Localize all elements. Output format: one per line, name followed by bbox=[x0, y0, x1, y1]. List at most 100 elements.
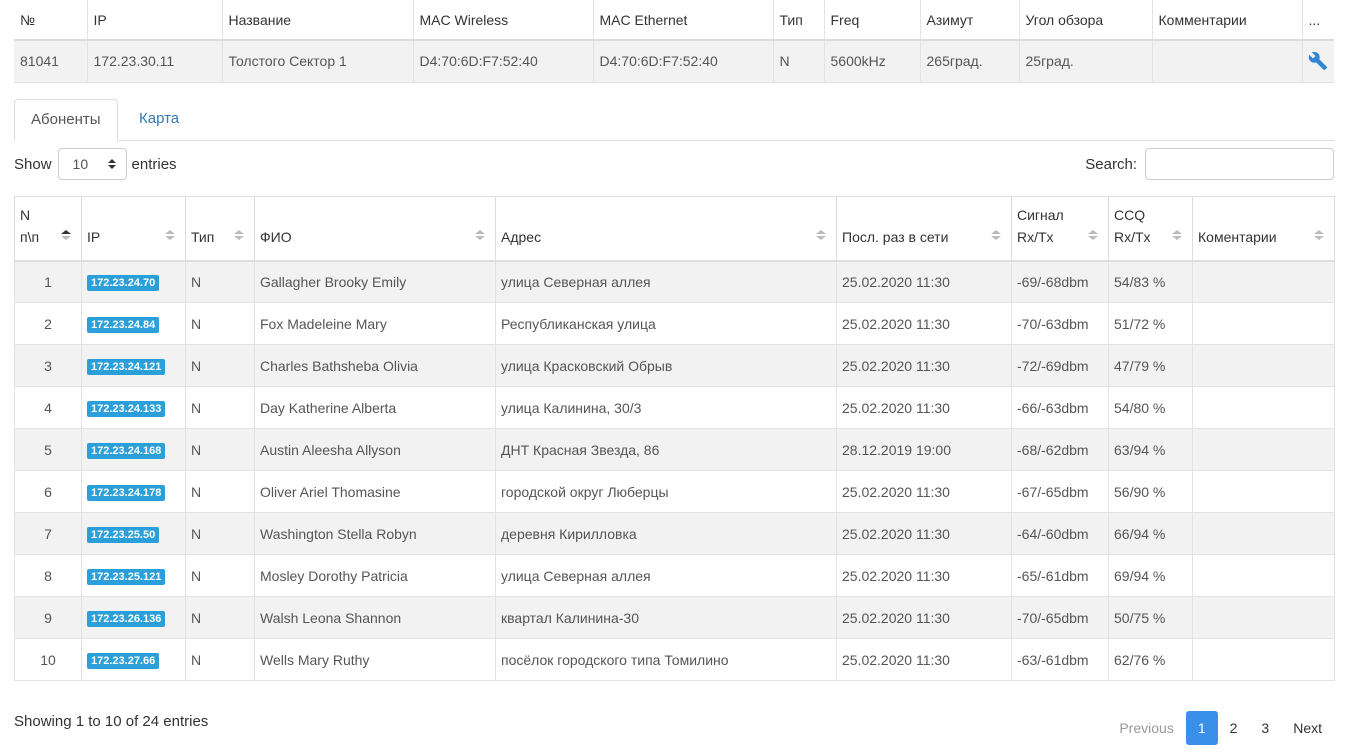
table-row[interactable]: 10 172.23.27.66 N Wells Mary Ruthy посёлок г… bbox=[14, 638, 1335, 681]
cell-type: N bbox=[185, 302, 255, 345]
header-num-line2: п\п bbox=[20, 228, 40, 245]
cell-ip: 172.23.26.136 bbox=[81, 596, 186, 639]
cell-type: N bbox=[185, 344, 255, 387]
column-header-type[interactable]: Тип bbox=[185, 196, 255, 262]
column-header-ip[interactable]: IP bbox=[81, 196, 186, 262]
table-row[interactable]: 9 172.23.26.136 N Walsh Leona Shannon кварта… bbox=[14, 596, 1335, 639]
sector-type: N bbox=[772, 40, 824, 83]
ip-badge[interactable]: 172.23.24.168 bbox=[87, 442, 166, 459]
cell-comment bbox=[1192, 344, 1335, 387]
column-header-last-seen[interactable]: Посл. раз в сети bbox=[836, 196, 1012, 262]
ip-badge[interactable]: 172.23.24.121 bbox=[87, 358, 166, 375]
cell-fio: Charles Bathsheba Olivia bbox=[254, 344, 496, 387]
column-header-signal[interactable]: Сигнал Rx/Tx bbox=[1011, 196, 1109, 262]
tab-subscribers[interactable]: Абоненты bbox=[14, 99, 118, 141]
column-header-ccq[interactable]: CCQ Rx/Tx bbox=[1108, 196, 1193, 262]
sector-mac-ethernet: D4:70:6D:F7:52:40 bbox=[592, 40, 773, 83]
cell-fio: Gallagher Brooky Emily bbox=[254, 260, 496, 303]
sort-icon bbox=[234, 229, 244, 240]
cell-ip: 172.23.24.121 bbox=[81, 344, 186, 387]
table-row[interactable]: 1 172.23.24.70 N Gallagher Brooky Emily улиц… bbox=[14, 260, 1335, 303]
cell-last-seen: 25.02.2020 11:30 bbox=[836, 512, 1012, 555]
entries-length-select[interactable]: 10 bbox=[57, 148, 127, 180]
pagination-page-2[interactable]: 2 bbox=[1218, 711, 1250, 745]
sector-col-name: Название bbox=[221, 0, 413, 41]
cell-address: улица Северная аллея bbox=[495, 260, 837, 303]
table-row[interactable]: 4 172.23.24.133 N Day Katherine Alberta улиц… bbox=[14, 386, 1335, 429]
cell-signal: -70/-65dbm bbox=[1011, 596, 1109, 639]
sector-table: № IP Название MAC Wireless MAC Ethernet … bbox=[14, 0, 1334, 83]
cell-signal: -66/-63dbm bbox=[1011, 386, 1109, 429]
cell-last-seen: 25.02.2020 11:30 bbox=[836, 470, 1012, 513]
cell-num: 10 bbox=[14, 638, 82, 681]
pagination-page-3[interactable]: 3 bbox=[1249, 711, 1281, 745]
cell-fio: Austin Aleesha Allyson bbox=[254, 428, 496, 471]
tab-bar: Абоненты Карта bbox=[14, 99, 1334, 141]
ip-badge[interactable]: 172.23.24.70 bbox=[87, 274, 160, 291]
table-row[interactable]: 8 172.23.25.121 N Mosley Dorothy Patricia ул… bbox=[14, 554, 1335, 597]
cell-ip: 172.23.25.121 bbox=[81, 554, 186, 597]
sector-col-type: Тип bbox=[772, 0, 824, 41]
sector-row: 81041 172.23.30.11 Толстого Сектор 1 D4:… bbox=[14, 40, 1334, 83]
wrench-icon[interactable] bbox=[1308, 52, 1328, 71]
sort-icon bbox=[165, 229, 175, 240]
table-row[interactable]: 3 172.23.24.121 N Charles Bathsheba Olivia у… bbox=[14, 344, 1335, 387]
ip-badge[interactable]: 172.23.27.66 bbox=[87, 652, 160, 669]
sort-icon bbox=[1088, 229, 1098, 240]
cell-signal: -64/-60dbm bbox=[1011, 512, 1109, 555]
cell-fio: Wells Mary Ruthy bbox=[254, 638, 496, 681]
cell-num: 8 bbox=[14, 554, 82, 597]
cell-signal: -69/-68dbm bbox=[1011, 260, 1109, 303]
cell-ip: 172.23.24.70 bbox=[81, 260, 186, 303]
table-info: Showing 1 to 10 of 24 entries bbox=[14, 713, 209, 730]
header-comments: Коментарии bbox=[1198, 228, 1277, 245]
header-fio: ФИО bbox=[260, 228, 292, 245]
pagination: Previous 1 2 3 Next bbox=[1107, 711, 1334, 745]
tab-map[interactable]: Карта bbox=[123, 99, 195, 141]
cell-ccq: 69/94 % bbox=[1108, 554, 1193, 597]
pagination-page-1[interactable]: 1 bbox=[1185, 711, 1218, 745]
cell-signal: -68/-62dbm bbox=[1011, 428, 1109, 471]
sort-icon bbox=[1314, 229, 1324, 240]
ip-badge[interactable]: 172.23.25.50 bbox=[87, 526, 160, 543]
ip-badge[interactable]: 172.23.24.84 bbox=[87, 316, 160, 333]
cell-ccq: 62/76 % bbox=[1108, 638, 1193, 681]
sector-col-angle: Угол обзора bbox=[1018, 0, 1152, 41]
sector-freq: 5600kHz bbox=[823, 40, 920, 83]
pagination-next[interactable]: Next bbox=[1281, 711, 1334, 745]
header-ip: IP bbox=[87, 228, 101, 245]
table-row[interactable]: 5 172.23.24.168 N Austin Aleesha Allyson ДНТ… bbox=[14, 428, 1335, 471]
cell-type: N bbox=[185, 554, 255, 597]
cell-type: N bbox=[185, 386, 255, 429]
column-header-comments[interactable]: Коментарии bbox=[1192, 196, 1335, 262]
pagination-previous[interactable]: Previous bbox=[1107, 711, 1185, 745]
cell-ccq: 54/83 % bbox=[1108, 260, 1193, 303]
cell-last-seen: 25.02.2020 11:30 bbox=[836, 554, 1012, 597]
sort-icon bbox=[1172, 229, 1182, 240]
table-row[interactable]: 7 172.23.25.50 N Washington Stella Robyn дер… bbox=[14, 512, 1335, 555]
cell-fio: Walsh Leona Shannon bbox=[254, 596, 496, 639]
cell-last-seen: 25.02.2020 11:30 bbox=[836, 302, 1012, 345]
column-header-fio[interactable]: ФИО bbox=[254, 196, 496, 262]
ip-badge[interactable]: 172.23.24.178 bbox=[87, 484, 166, 501]
sort-icon bbox=[475, 229, 485, 240]
header-ccq-line2: Rx/Tx bbox=[1114, 228, 1151, 245]
cell-comment bbox=[1192, 470, 1335, 513]
ip-badge[interactable]: 172.23.25.121 bbox=[87, 568, 166, 585]
column-header-address[interactable]: Адрес bbox=[495, 196, 837, 262]
search-control: Search: bbox=[1085, 148, 1334, 180]
cell-comment bbox=[1192, 638, 1335, 681]
ip-badge[interactable]: 172.23.26.136 bbox=[87, 610, 166, 627]
column-header-num[interactable]: N п\п bbox=[14, 196, 82, 262]
cell-address: деревня Кирилловка bbox=[495, 512, 837, 555]
cell-signal: -70/-63dbm bbox=[1011, 302, 1109, 345]
sector-col-mac-wireless: MAC Wireless bbox=[412, 0, 593, 41]
subscribers-table: N п\п IP Тип ФИО Адрес Посл. раз в сети … bbox=[14, 196, 1335, 681]
ip-badge[interactable]: 172.23.24.133 bbox=[87, 400, 166, 417]
cell-num: 1 bbox=[14, 260, 82, 303]
cell-last-seen: 25.02.2020 11:30 bbox=[836, 638, 1012, 681]
table-row[interactable]: 2 172.23.24.84 N Fox Madeleine Mary Республи… bbox=[14, 302, 1335, 345]
cell-type: N bbox=[185, 260, 255, 303]
table-row[interactable]: 6 172.23.24.178 N Oliver Ariel Thomasine гор… bbox=[14, 470, 1335, 513]
search-input[interactable] bbox=[1145, 148, 1334, 180]
